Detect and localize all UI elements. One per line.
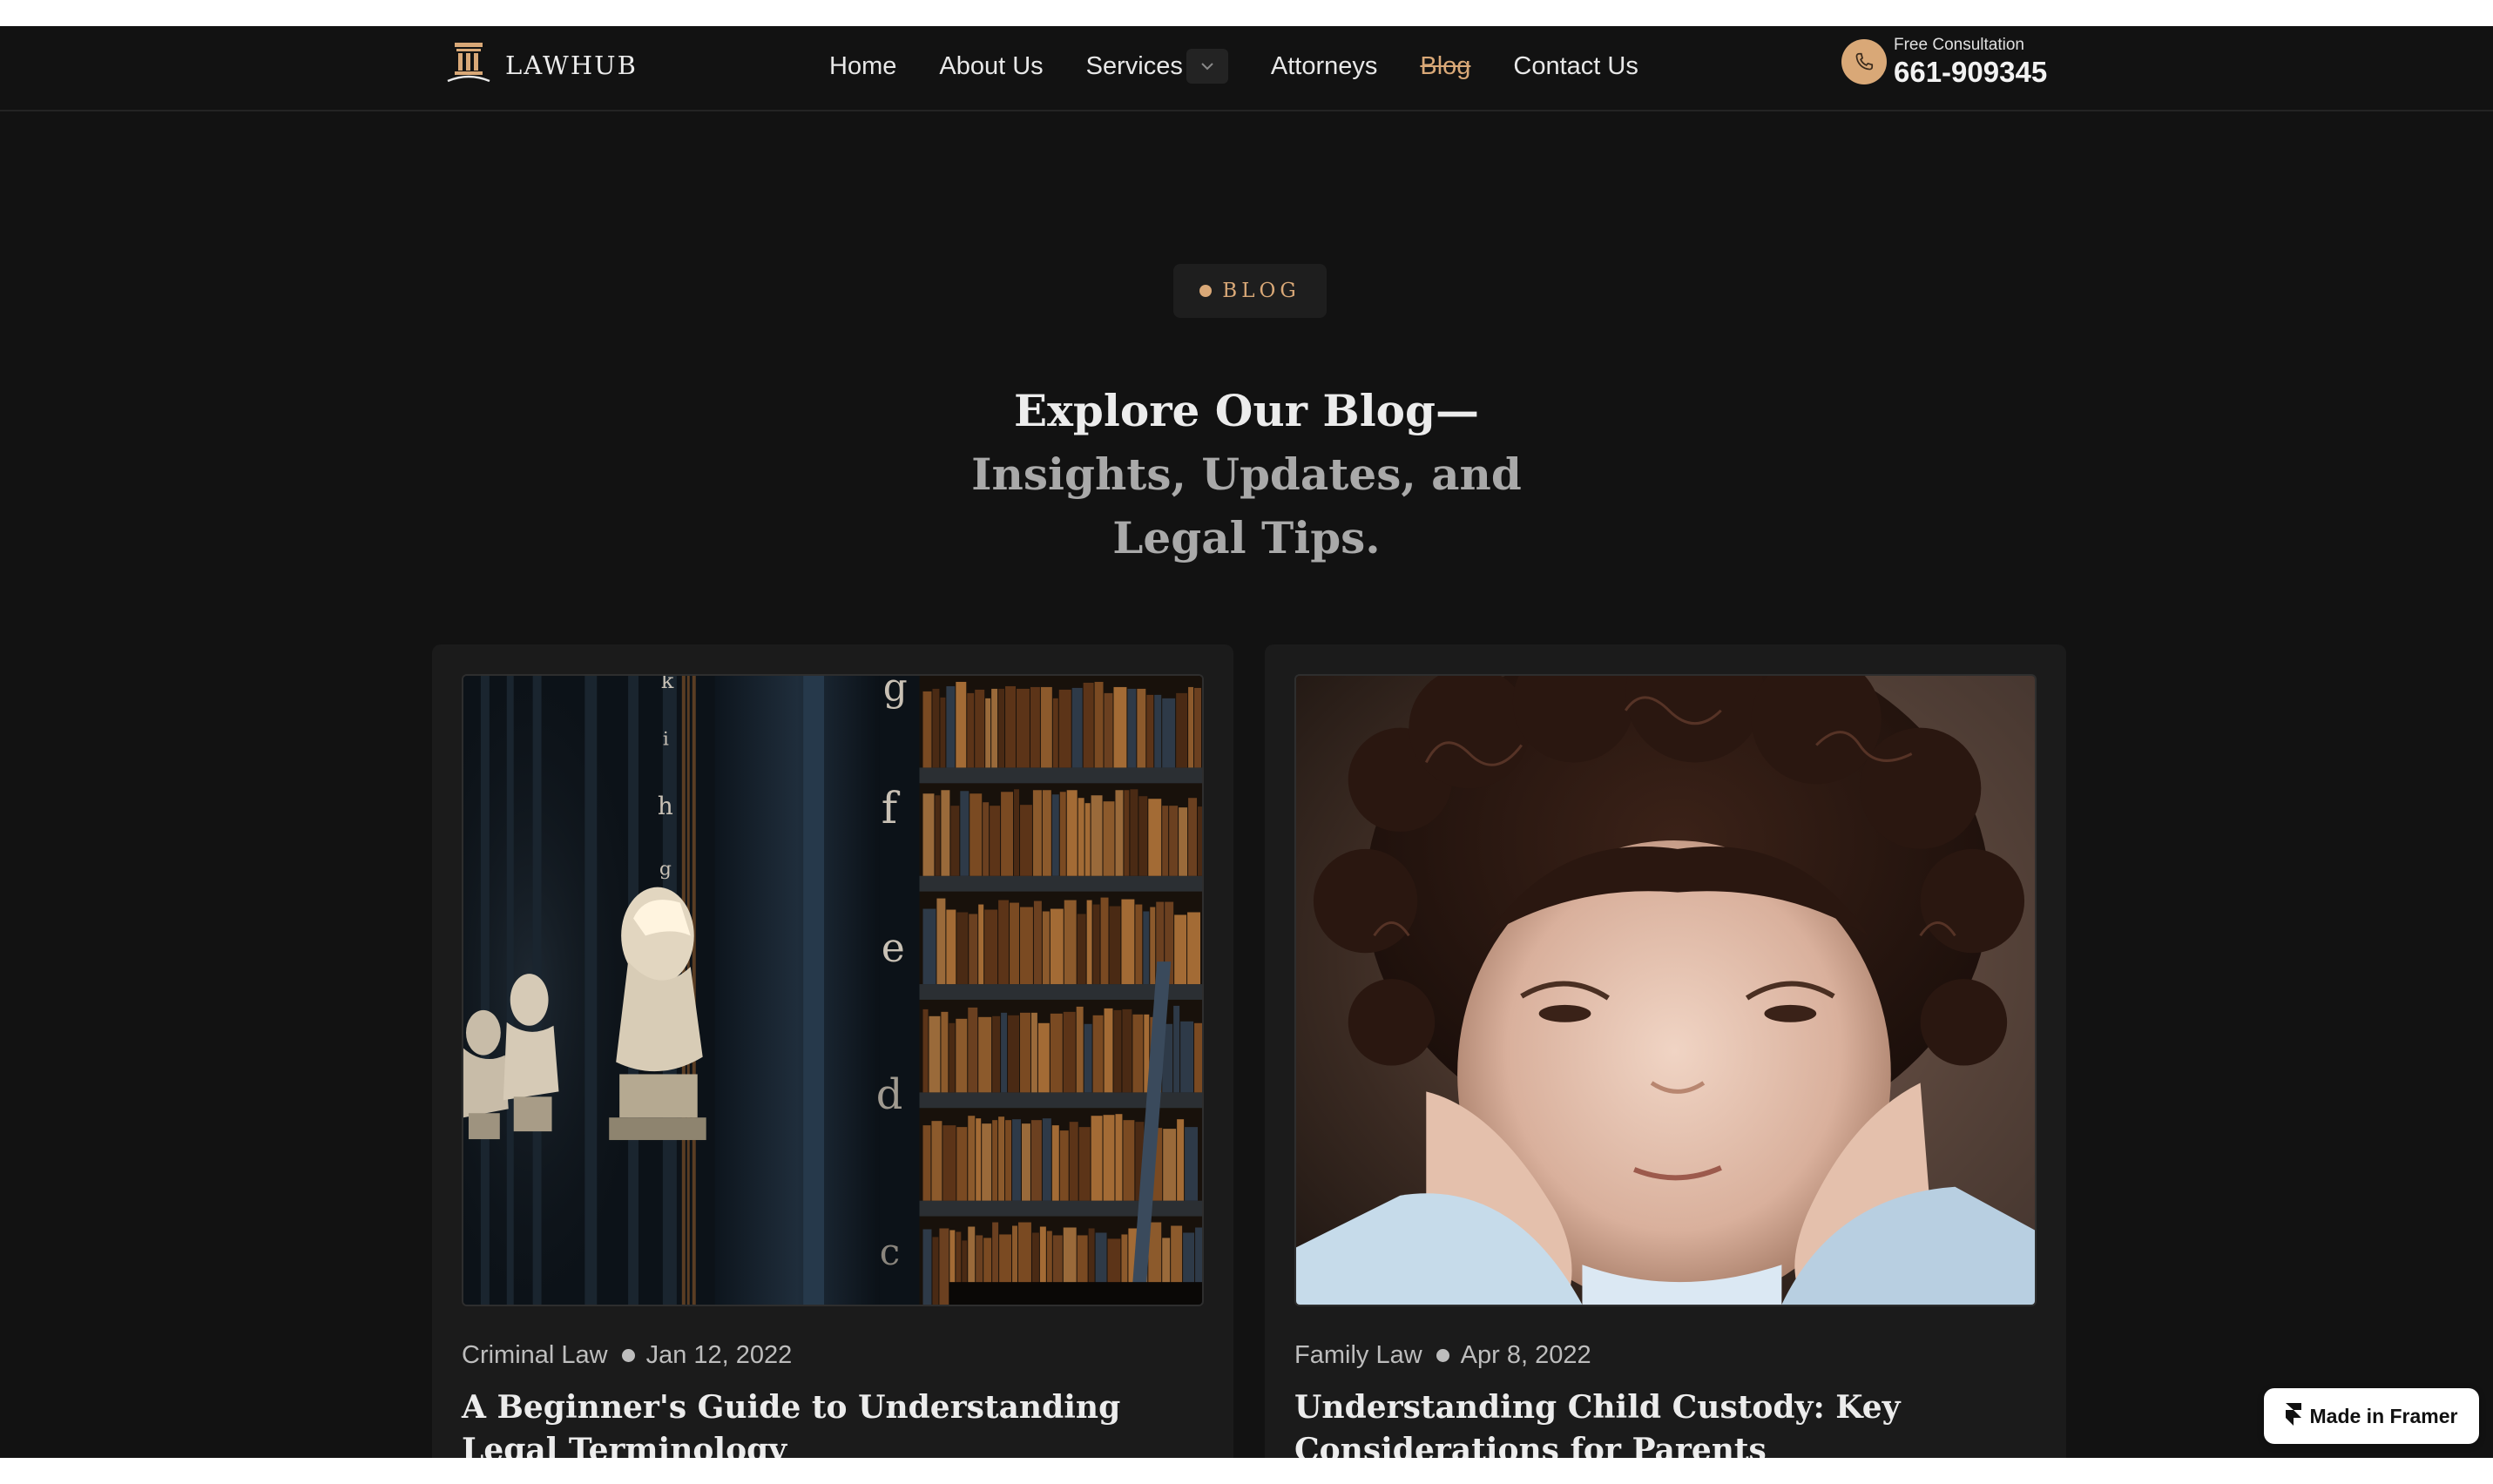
- post-meta: Family Law Apr 8, 2022: [1294, 1341, 1591, 1370]
- nav-home[interactable]: Home: [829, 52, 896, 81]
- blog-card[interactable]: Family Law Apr 8, 2022 Understanding Chi…: [1265, 644, 2066, 1458]
- chevron-down-icon[interactable]: [1186, 49, 1228, 84]
- page: LAWHUB Home About Us Services Attorneys …: [0, 26, 2493, 1458]
- meta-separator: [621, 1349, 635, 1362]
- nav-about-us[interactable]: About Us: [939, 52, 1043, 81]
- post-date: Jan 12, 2022: [645, 1341, 793, 1369]
- post-meta: Criminal Law Jan 12, 2022: [462, 1341, 792, 1370]
- nav-services[interactable]: Services: [1086, 49, 1228, 84]
- page-title-line-3: Legal Tips.: [1112, 512, 1381, 563]
- post-title[interactable]: Understanding Child Custody: Key Conside…: [1294, 1386, 2017, 1458]
- phone-texts: Free Consultation 661-909345: [1894, 35, 2047, 89]
- main-menu: Home About Us Services Attorneys Blog Co…: [829, 49, 1681, 84]
- brand-name: LAWHUB: [505, 51, 638, 80]
- logo-link[interactable]: LAWHUB: [446, 42, 638, 85]
- post-category[interactable]: Criminal Law: [462, 1341, 608, 1370]
- pillar-icon: [446, 41, 491, 87]
- badge-label: BLOG: [1222, 280, 1301, 302]
- navbar: LAWHUB Home About Us Services Attorneys …: [0, 26, 2493, 111]
- image-letter-i: i: [663, 729, 669, 751]
- blog-card-image-child: [1294, 674, 2037, 1306]
- nav-contact-us[interactable]: Contact Us: [1513, 52, 1638, 81]
- consultation-phone-link[interactable]: Free Consultation 661-909345: [1841, 35, 2047, 89]
- image-letter-g-small: g: [659, 859, 672, 880]
- image-letter-k: k: [661, 676, 674, 693]
- page-title: Explore Our Blog— Insights, Updates, and…: [898, 379, 1595, 570]
- image-letter-d: d: [876, 1071, 903, 1119]
- page-title-line-2: Insights, Updates, and: [971, 449, 1522, 500]
- post-category[interactable]: Family Law: [1294, 1341, 1422, 1370]
- blog-card-image-library: k i h g g f e d c: [462, 674, 1204, 1306]
- meta-separator: [1436, 1349, 1449, 1362]
- post-date: Apr 8, 2022: [1460, 1341, 1591, 1369]
- image-letter-g: g: [883, 676, 908, 710]
- framer-badge-label: Made in Framer: [2309, 1404, 2458, 1427]
- image-letter-c: c: [880, 1231, 900, 1273]
- section-badge: BLOG: [1173, 264, 1327, 318]
- free-consultation-label: Free Consultation: [1894, 36, 2024, 54]
- blog-card[interactable]: k i h g g f e d c Criminal Law Jan 12, 2…: [432, 644, 1233, 1458]
- post-title[interactable]: A Beginner's Guide to Understanding Lega…: [462, 1386, 1185, 1458]
- phone-icon: [1841, 39, 1887, 84]
- phone-number: 661-909345: [1894, 56, 2048, 88]
- made-in-framer-badge[interactable]: Made in Framer: [2264, 1388, 2479, 1444]
- framer-icon: [2285, 1402, 2301, 1430]
- nav-services-label: Services: [1085, 51, 1183, 80]
- image-letter-e: e: [882, 925, 905, 971]
- badge-dot: [1199, 285, 1213, 297]
- image-letter-h: h: [658, 792, 673, 820]
- nav-blog[interactable]: Blog: [1420, 52, 1470, 81]
- page-title-line-1: Explore Our Blog—: [1013, 385, 1479, 436]
- nav-attorneys[interactable]: Attorneys: [1271, 52, 1378, 81]
